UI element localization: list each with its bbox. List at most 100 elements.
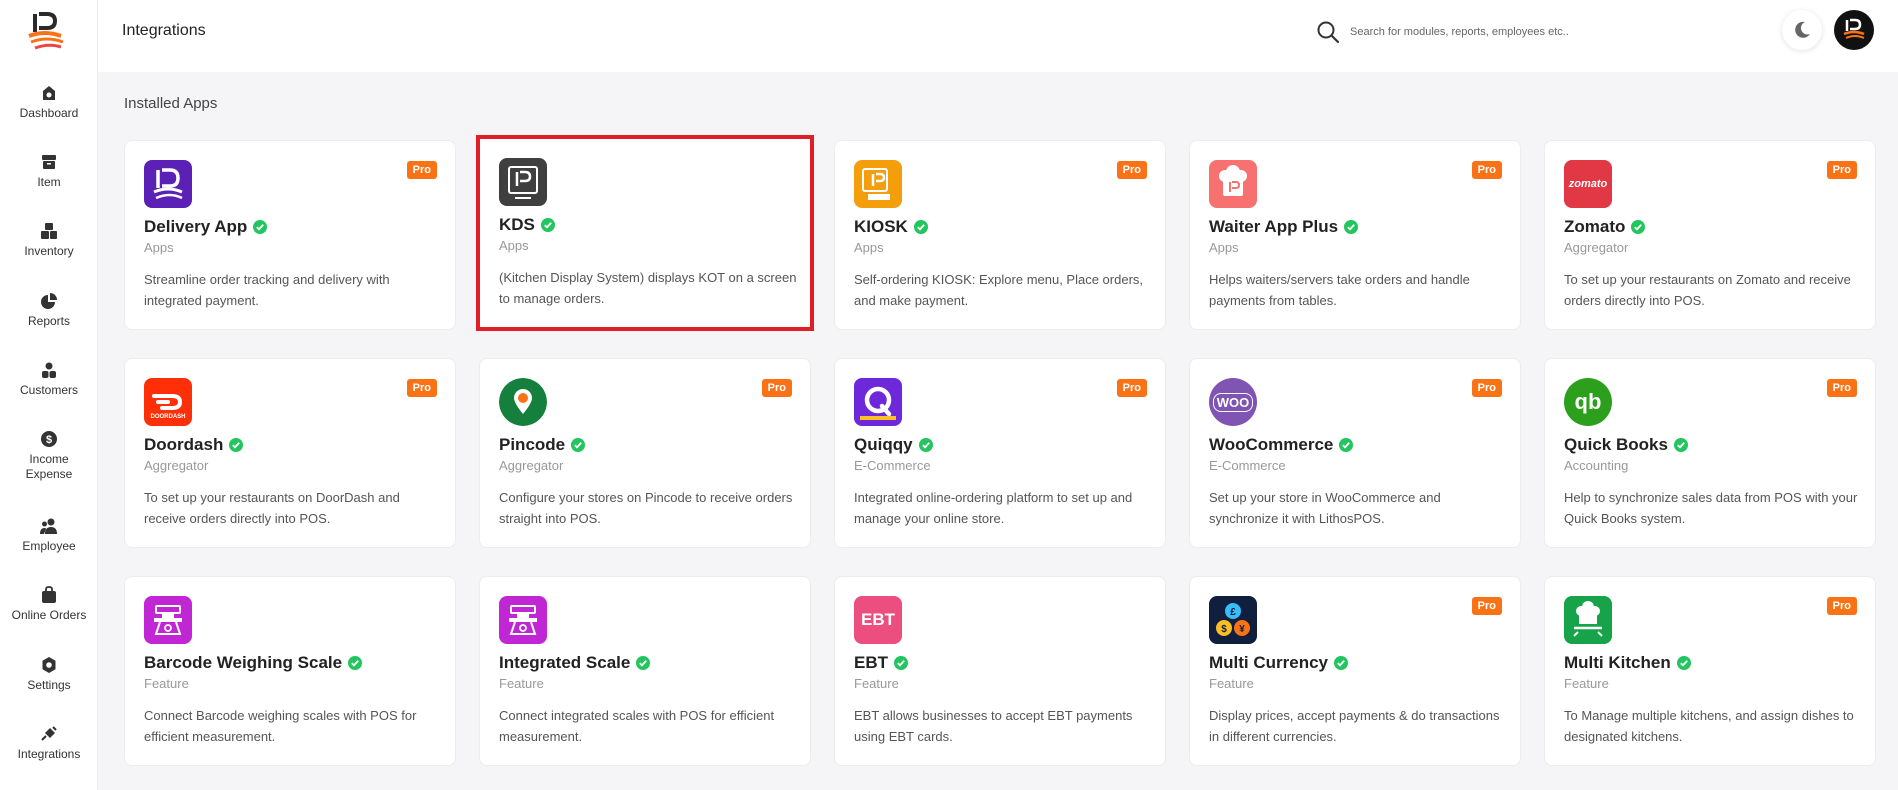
sidebar-item-online-orders[interactable]: Online Orders [0, 586, 98, 623]
theme-toggle-button[interactable] [1782, 10, 1822, 50]
app-name: Quick Books [1564, 435, 1668, 454]
kiosk-icon [854, 160, 902, 208]
sidebar-item-settings[interactable]: Settings [0, 656, 98, 693]
app-name: Barcode Weighing Scale [144, 653, 343, 672]
app-category: Apps [144, 240, 174, 255]
pro-badge: Pro [1116, 161, 1147, 179]
app-description: Helps waiters/servers take orders and ha… [1209, 272, 1470, 308]
sidebar-item-label: Online Orders [11, 608, 87, 622]
box-icon [42, 155, 56, 169]
app-card-kiosk[interactable]: Pro KIOSK Apps Self-ordering KIOSK: Expl… [834, 140, 1166, 330]
app-card-barcode-weighing-scale[interactable]: Barcode Weighing Scale Feature Connect B… [124, 576, 456, 766]
app-card-delivery-app[interactable]: Pro Delivery App Apps Streamline order t… [124, 140, 456, 330]
app-description: Self-ordering KIOSK: Explore menu, Place… [854, 272, 1144, 308]
app-description: To Manage multiple kitchens, and assign … [1564, 708, 1854, 744]
verified-check-icon [229, 438, 244, 452]
app-name: Integrated Scale [499, 653, 631, 672]
sidebar-item-customers[interactable]: Customers [0, 361, 98, 398]
avatar[interactable] [1834, 10, 1874, 50]
page-title: Integrations [122, 22, 206, 39]
app-category: E-Commerce [1209, 458, 1286, 473]
app-name: Zomato [1564, 217, 1626, 236]
ebt-icon: EBT [854, 596, 902, 644]
sidebar-item-item[interactable]: Item [0, 153, 98, 190]
brand-logo-icon [1843, 18, 1865, 39]
pro-badge: Pro [1116, 379, 1147, 397]
verified-check-icon [913, 220, 928, 234]
delivery-app-icon [144, 160, 192, 208]
app-description: Set up your store in WooCommerce and syn… [1209, 490, 1441, 526]
app-description: Connect Barcode weighing scales with POS… [144, 708, 417, 744]
sidebar-item-reports[interactable]: Reports [0, 292, 98, 329]
app-card-integrated-scale[interactable]: Integrated Scale Feature Connect integra… [479, 576, 811, 766]
sidebar-item-income-expense[interactable]: $ Income Expense [0, 430, 98, 482]
boxes-icon [41, 223, 57, 239]
pie-chart-icon [41, 293, 57, 309]
zomato-icon: zomato [1564, 160, 1612, 208]
search-input[interactable] [1350, 20, 1650, 44]
plug-icon [41, 726, 57, 741]
search-icon[interactable] [1316, 20, 1340, 44]
app-card-doordash[interactable]: DOORDASH Pro Doordash Aggregator To set … [124, 358, 456, 548]
app-description: To set up your restaurants on DoorDash a… [144, 490, 400, 526]
app-card-pincode[interactable]: Pro Pincode Aggregator Configure your st… [479, 358, 811, 548]
doordash-icon: DOORDASH [144, 378, 192, 426]
pro-badge: Pro [1826, 597, 1857, 615]
verified-check-icon [348, 656, 363, 670]
dollar-icon: $ [41, 431, 57, 447]
app-category: Aggregator [499, 458, 564, 473]
svg-text:$: $ [46, 434, 52, 446]
app-name: Pincode [499, 435, 566, 454]
pincode-icon [499, 378, 547, 426]
app-category: Feature [854, 676, 899, 691]
integrated-scale-icon [499, 596, 547, 644]
sidebar-item-employee[interactable]: Employee [0, 517, 98, 554]
app-card-zomato[interactable]: zomato Pro Zomato Aggregator To set up y… [1544, 140, 1876, 330]
pro-badge: Pro [406, 161, 437, 179]
sidebar-item-integrations[interactable]: Integrations [0, 725, 98, 762]
verified-check-icon [1676, 656, 1691, 670]
app-card-kds[interactable]: KDS Apps (Kitchen Display System) displa… [476, 135, 814, 331]
verified-check-icon [1339, 438, 1354, 452]
sidebar-item-label: Settings [27, 678, 71, 692]
app-description: Integrated online-ordering platform to s… [854, 490, 1133, 526]
sidebar-item-label: Employee [22, 539, 76, 553]
app-description: To set up your restaurants on Zomato and… [1564, 272, 1851, 308]
pro-badge: Pro [1826, 379, 1857, 397]
verified-check-icon [253, 220, 268, 234]
section-title: Installed Apps [124, 95, 218, 112]
app-name: KDS [499, 215, 535, 234]
app-description: Help to synchronize sales data from POS … [1564, 490, 1858, 526]
app-category: Aggregator [144, 458, 209, 473]
moon-icon [1795, 21, 1810, 38]
verified-check-icon [918, 438, 933, 452]
app-category: E-Commerce [854, 458, 931, 473]
sidebar-item-label: Income Expense [25, 452, 73, 481]
app-card-woocommerce[interactable]: WOO Pro WooCommerce E-Commerce Set up yo… [1189, 358, 1521, 548]
verified-check-icon [1344, 220, 1359, 234]
svg-text:£: £ [1230, 607, 1236, 618]
app-card-waiter-app-plus[interactable]: Pro Waiter App Plus Apps Helps waiters/s… [1189, 140, 1521, 330]
verified-check-icon [636, 656, 651, 670]
woocommerce-icon: WOO [1209, 378, 1257, 426]
kds-icon [499, 158, 547, 206]
pro-badge: Pro [1826, 161, 1857, 179]
app-category: Feature [499, 676, 544, 691]
sidebar-item-inventory[interactable]: Inventory [0, 222, 98, 259]
verified-check-icon [1334, 656, 1349, 670]
sidebar-item-dashboard[interactable]: Dashboard [0, 84, 98, 121]
app-card-quiqqy[interactable]: Pro Quiqqy E-Commerce Integrated online-… [834, 358, 1166, 548]
sidebar: Dashboard Item Inventory Reports Custome… [0, 0, 98, 790]
quiqqy-icon [854, 378, 902, 426]
verified-check-icon [894, 656, 908, 670]
app-card-multi-kitchen[interactable]: Pro Multi Kitchen Feature To Manage mult… [1544, 576, 1876, 766]
verified-check-icon [540, 218, 555, 232]
sidebar-item-label: Inventory [24, 244, 74, 258]
verified-check-icon [1631, 220, 1646, 234]
app-category: Accounting [1564, 458, 1629, 473]
app-card-ebt[interactable]: EBT EBT Feature EBT allows businesses to… [834, 576, 1166, 766]
dashboard-icon [43, 86, 55, 100]
app-card-multi-currency[interactable]: £ $ ¥ Pro Multi Currency Feature Display p… [1189, 576, 1521, 766]
app-card-quick-books[interactable]: qb Pro Quick Books Accounting Help to sy… [1544, 358, 1876, 548]
app-logo-icon[interactable] [25, 10, 67, 52]
